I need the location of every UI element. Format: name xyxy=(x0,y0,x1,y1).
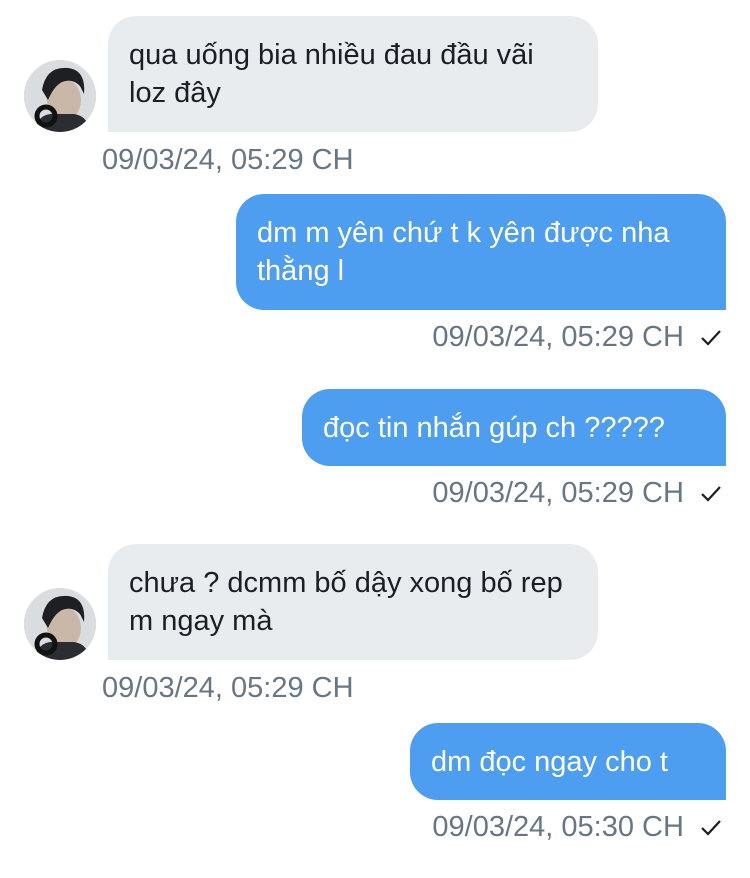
message-text: dm đọc ngay cho t xyxy=(431,746,668,778)
message-text: qua uống bia nhiều đau đầu vãi loz đây xyxy=(129,39,534,109)
contact-avatar[interactable] xyxy=(24,588,96,660)
outgoing-message-bubble[interactable]: đọc tin nhắn gúp ch ????? xyxy=(302,389,726,466)
message-timestamp: 09/03/24, 05:30 CH xyxy=(432,809,722,845)
message-timestamp: 09/03/24, 05:29 CH xyxy=(432,475,722,511)
avatar-photo-icon xyxy=(24,60,96,132)
message-timestamp: 09/03/24, 05:29 CH xyxy=(102,144,354,176)
avatar-photo-icon xyxy=(24,588,96,660)
check-icon xyxy=(701,486,721,502)
outgoing-message-bubble[interactable]: dm đọc ngay cho t xyxy=(410,723,726,800)
message-text: chưa ? dcmm bố dậy xong bố rep m ngay mà xyxy=(129,567,563,637)
message-text: dm m yên chứ t k yên được nha thằng l xyxy=(257,217,670,287)
message-timestamp: 09/03/24, 05:29 CH xyxy=(432,319,722,355)
message-text: đọc tin nhắn gúp ch ????? xyxy=(323,412,665,444)
outgoing-message-bubble[interactable]: dm m yên chứ t k yên được nha thằng l xyxy=(236,194,726,310)
incoming-message-bubble[interactable]: qua uống bia nhiều đau đầu vãi loz đây xyxy=(108,16,598,132)
check-icon xyxy=(701,820,721,836)
contact-avatar[interactable] xyxy=(24,60,96,132)
message-timestamp: 09/03/24, 05:29 CH xyxy=(102,672,354,704)
check-icon xyxy=(701,330,721,346)
incoming-message-bubble[interactable]: chưa ? dcmm bố dậy xong bố rep m ngay mà xyxy=(108,544,598,660)
